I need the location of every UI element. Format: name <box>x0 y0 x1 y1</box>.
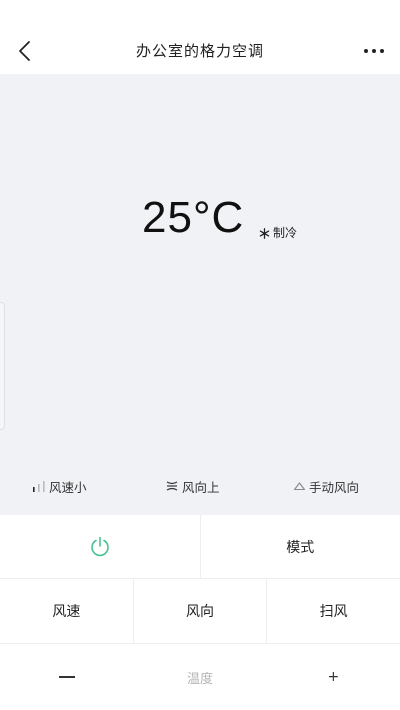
status-row: 风速小 风向上 手动风向 <box>0 474 400 498</box>
control-row-3: 温度 + <box>0 644 400 710</box>
swing-button[interactable]: 扫风 <box>266 579 400 643</box>
manual-direction-icon <box>293 482 306 491</box>
minus-icon <box>58 676 75 678</box>
temperature-label: 温度 <box>186 671 213 687</box>
temperature-increase-button[interactable]: + <box>267 644 400 710</box>
power-icon <box>91 536 109 556</box>
fan-speed-bars-icon <box>33 481 45 492</box>
swing-up-icon <box>166 481 178 491</box>
mode-button[interactable]: 模式 <box>199 515 400 578</box>
chevron-left-icon <box>19 41 30 61</box>
page-title: 办公室的格力空调 <box>135 42 264 60</box>
temperature-decrease-button[interactable] <box>0 644 133 710</box>
more-button[interactable] <box>358 38 390 64</box>
mode-indicator: 制冷 <box>259 225 297 241</box>
status-label: 风速小 <box>49 479 87 495</box>
status-direction: 风向上 <box>165 474 220 498</box>
side-drawer-handle[interactable] <box>0 302 5 430</box>
snowflake-icon <box>259 227 270 239</box>
header: 办公室的格力空调 <box>0 0 400 74</box>
ac-display-panel: 25°C 制冷 风速小 风向上 手动风向 <box>0 74 400 515</box>
control-row-1: 模式 <box>0 515 400 579</box>
status-fan-speed: 风速小 <box>32 474 87 498</box>
control-grid: 模式 风速 风向 扫风 温度 + <box>0 515 400 710</box>
temperature-value: 25°C <box>142 193 245 242</box>
more-horizontal-icon <box>364 49 368 53</box>
status-manual-direction: 手动风向 <box>293 474 359 498</box>
back-button[interactable] <box>10 34 38 68</box>
status-label: 手动风向 <box>309 479 360 495</box>
status-label: 风向上 <box>182 479 220 495</box>
direction-button[interactable]: 风向 <box>132 579 267 643</box>
mode-label: 制冷 <box>273 226 298 240</box>
temperature-display: 25°C <box>142 192 244 248</box>
control-row-2: 风速 风向 扫风 <box>0 579 400 644</box>
power-button[interactable] <box>0 515 200 578</box>
fan-speed-button[interactable]: 风速 <box>0 579 133 643</box>
plus-icon: + <box>327 669 340 685</box>
ac-remote-screen: 办公室的格力空调 25°C 制冷 风速小 风向上 手动风向 模式 风速 风向 扫… <box>0 0 400 710</box>
